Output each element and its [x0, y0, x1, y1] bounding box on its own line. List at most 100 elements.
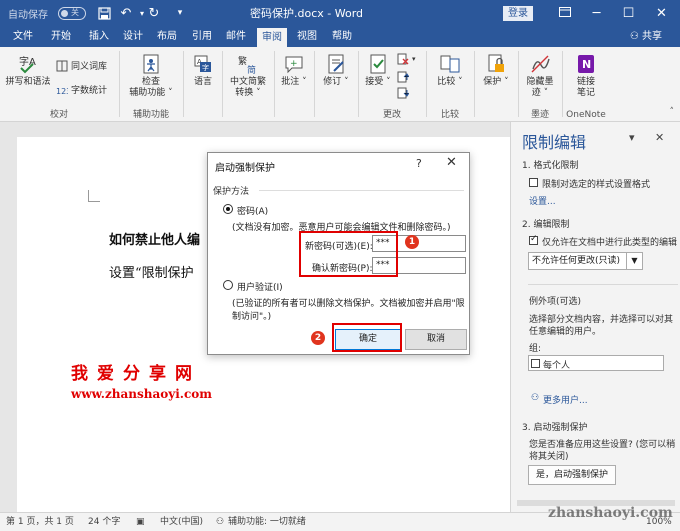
- section-divider: [259, 190, 464, 191]
- chinese-conversion-button[interactable]: 繁简 中文简繁 转换 ˅: [225, 53, 271, 99]
- format-restrict-checkbox[interactable]: [529, 178, 538, 187]
- password-option-label[interactable]: 密码(A): [237, 204, 268, 217]
- share-label: 共享: [642, 31, 662, 42]
- svg-text:字A: 字A: [19, 55, 36, 68]
- protect-group: 保护 ˅: [475, 47, 517, 122]
- previous-change-icon: [397, 71, 410, 83]
- close-icon[interactable]: ✕: [446, 155, 457, 170]
- more-users-link[interactable]: 更多用户...: [543, 393, 588, 406]
- pane-close-icon[interactable]: ✕: [655, 131, 664, 144]
- protect-button[interactable]: 保护 ˅: [479, 53, 513, 88]
- login-button[interactable]: 登录: [503, 6, 533, 21]
- dropdown-arrow-icon: ˅: [299, 77, 307, 87]
- close-window-icon[interactable]: ✕: [645, 0, 678, 27]
- tab-home[interactable]: 开始: [46, 27, 76, 47]
- tab-help[interactable]: 帮助: [327, 27, 357, 47]
- accessibility-group: 检查 辅助功能 ˅ 辅助功能: [120, 47, 182, 122]
- minimize-icon[interactable]: ─: [580, 0, 613, 27]
- linked-notes-button[interactable]: N 链接 笔记: [567, 53, 605, 99]
- edit-restrict-checkbox[interactable]: [529, 234, 538, 245]
- tab-view[interactable]: 视图: [292, 27, 322, 47]
- check-accessibility-button[interactable]: 检查 辅助功能 ˅: [126, 53, 176, 99]
- track-changes-button[interactable]: 修订 ˅: [319, 53, 353, 88]
- track-changes-icon: [325, 53, 347, 75]
- edit-mode-select[interactable]: 不允许任何更改(只读): [528, 252, 627, 270]
- tab-layout[interactable]: 布局: [152, 27, 182, 47]
- save-icon[interactable]: [96, 5, 112, 21]
- thesaurus-button[interactable]: 同义词库: [56, 59, 107, 72]
- svg-text:+: +: [290, 59, 298, 69]
- tab-insert[interactable]: 插入: [84, 27, 114, 47]
- annotation-box-password: [299, 231, 398, 277]
- linked-notes-label-2: 笔记: [576, 88, 595, 98]
- protection-method-label: 保护方法: [213, 187, 250, 197]
- password-radio[interactable]: [223, 204, 233, 214]
- accessibility-status[interactable]: 辅助功能: 一切就绪: [228, 513, 306, 531]
- section-editing-title: 2. 编辑限制: [522, 220, 570, 230]
- document-title: 密码保护.docx - Word: [250, 7, 364, 20]
- ribbon-display-icon[interactable]: [548, 0, 581, 27]
- protect-label: 保护: [483, 77, 502, 87]
- accessibility-status-icon: ⚇: [216, 517, 225, 527]
- dropdown-arrow-icon: ˅: [341, 77, 349, 87]
- proofing-status-icon[interactable]: ▣: [136, 513, 145, 531]
- annotation-box-ok: [332, 323, 402, 352]
- start-enforcing-button[interactable]: 是，启动强制保护: [528, 465, 616, 485]
- compare-icon: [439, 53, 461, 75]
- document-paragraph: 设置“限制保护: [109, 266, 194, 281]
- previous-change-button[interactable]: [397, 71, 410, 83]
- word-count-label: 字数统计: [71, 86, 108, 96]
- tab-references[interactable]: 引用: [187, 27, 217, 47]
- user-auth-option-label[interactable]: 用户验证(I): [237, 280, 283, 293]
- apply-question-2: 将其关闭): [529, 452, 569, 462]
- comments-button[interactable]: + 批注 ˅: [279, 53, 309, 88]
- accept-icon: [367, 53, 389, 75]
- help-icon[interactable]: ?: [416, 157, 422, 170]
- dropdown-arrow-icon: ˅: [455, 77, 463, 87]
- language-status[interactable]: 中文(中国): [160, 513, 203, 531]
- pane-options-icon[interactable]: ▾: [629, 131, 635, 144]
- edit-mode-dropdown-icon[interactable]: ▼: [627, 252, 643, 270]
- site-watermark: zhanshaoyi.com: [548, 505, 673, 521]
- lock-icon: [485, 53, 507, 75]
- users-icon: ⚇: [531, 393, 540, 403]
- accept-button[interactable]: 接受 ˅: [361, 53, 395, 88]
- tab-review[interactable]: 审阅: [257, 28, 287, 47]
- format-restrict-label: 限制对选定的样式设置格式: [542, 180, 651, 190]
- hide-ink-button[interactable]: 隐藏墨 迹 ˅: [521, 53, 559, 99]
- exceptions-desc-2: 任意编辑的用户。: [529, 327, 602, 337]
- customize-qat-icon[interactable]: ▾: [172, 5, 188, 21]
- reject-icon: [397, 53, 409, 65]
- hide-ink-label: 隐藏墨: [526, 77, 554, 87]
- proofing-group: 字A 拼写和语法 同义词库 123 字数统计 校对: [0, 47, 118, 122]
- ribbon: 字A 拼写和语法 同义词库 123 字数统计 校对 检查 辅助功能 ˅ 辅助功能: [0, 47, 680, 122]
- reject-button[interactable]: ▾: [397, 53, 416, 65]
- language-icon: A字: [192, 53, 214, 75]
- word-count[interactable]: 24 个字: [88, 513, 120, 531]
- hide-ink-label-2: 迹: [531, 88, 541, 98]
- watermark-url: www.zhanshaoyi.com: [71, 387, 212, 401]
- chinese-convert-label-2: 转换: [235, 88, 254, 98]
- compare-button[interactable]: 比较 ˅: [433, 53, 467, 88]
- ink-group: 隐藏墨 迹 ˅ 墨迹: [519, 47, 561, 122]
- user-auth-radio[interactable]: [223, 280, 233, 290]
- language-button[interactable]: A字 语言: [188, 53, 218, 88]
- cancel-button[interactable]: 取消: [405, 329, 467, 350]
- undo-icon[interactable]: ↶: [118, 5, 134, 21]
- next-change-button[interactable]: [397, 87, 410, 99]
- spelling-button[interactable]: 字A 拼写和语法: [4, 53, 52, 88]
- dropdown-arrow-icon: ˅: [540, 88, 549, 98]
- page-count[interactable]: 第 1 页，共 1 页: [6, 513, 74, 531]
- tab-design[interactable]: 设计: [118, 27, 148, 47]
- language-group: A字 语言: [184, 47, 222, 122]
- share-button[interactable]: ⚇ 共享: [630, 27, 662, 47]
- tab-file[interactable]: 文件: [8, 27, 38, 47]
- redo-icon[interactable]: ↻: [146, 5, 162, 21]
- collapse-ribbon-icon[interactable]: ˄: [670, 107, 675, 117]
- word-count-button[interactable]: 123 字数统计: [56, 83, 107, 96]
- tab-mailings[interactable]: 邮件: [221, 27, 251, 47]
- settings-link[interactable]: 设置...: [529, 194, 556, 207]
- maximize-icon[interactable]: ☐: [612, 0, 645, 27]
- autosave-label: 自动保存: [8, 10, 48, 21]
- everyone-checkbox[interactable]: [531, 359, 540, 368]
